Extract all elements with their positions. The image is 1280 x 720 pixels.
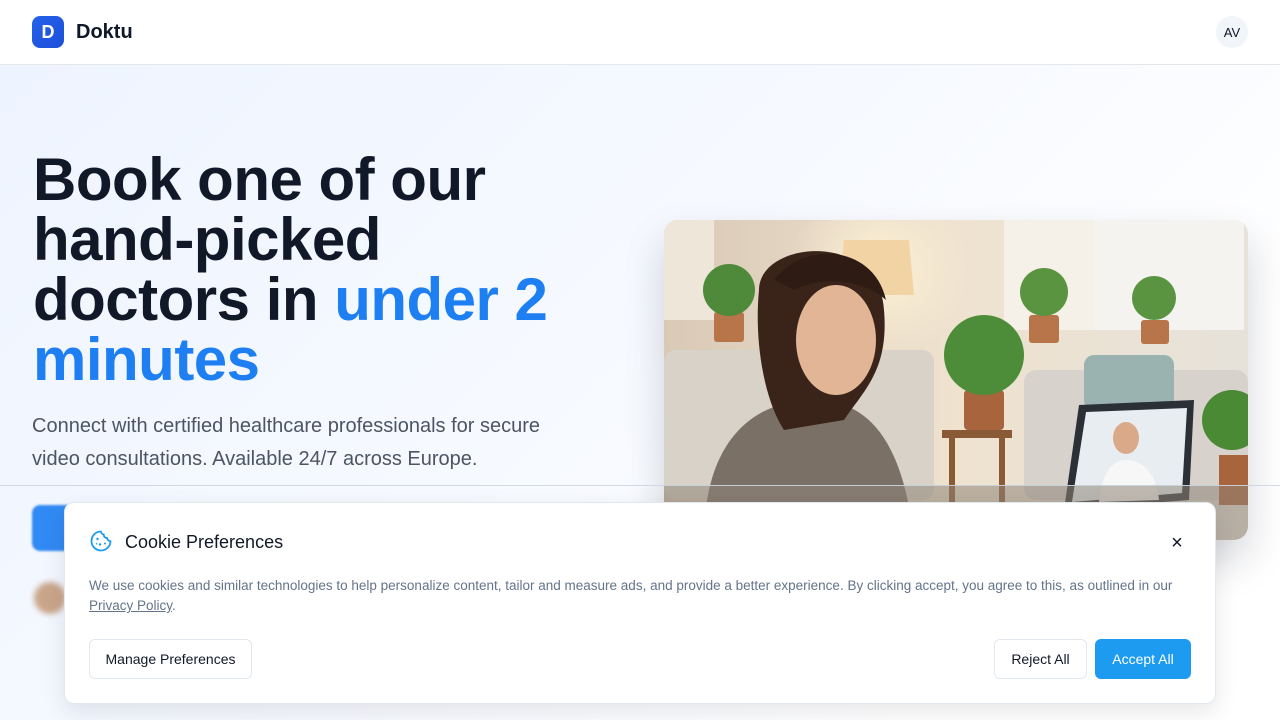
- top-header: D Doktu AV: [0, 0, 1280, 65]
- divider-line: [0, 485, 1280, 486]
- cookie-text-end: .: [172, 598, 176, 613]
- doctor-avatars: [34, 582, 66, 614]
- reject-all-button[interactable]: Reject All: [994, 639, 1087, 679]
- user-avatar[interactable]: AV: [1216, 16, 1248, 48]
- cookie-icon: [90, 530, 112, 552]
- hero-title: Book one of our hand-picked doctors in u…: [33, 150, 593, 390]
- hero-image: [664, 220, 1248, 540]
- brand-name[interactable]: Doktu: [76, 21, 133, 44]
- close-icon[interactable]: ×: [1165, 531, 1189, 555]
- cookie-banner: Cookie Preferences × We use cookies and …: [64, 502, 1216, 704]
- cookie-description: We use cookies and similar technologies …: [89, 576, 1189, 616]
- hero-subtitle: Connect with certified healthcare profes…: [32, 415, 541, 470]
- privacy-policy-link[interactable]: Privacy Policy: [89, 598, 172, 613]
- cookie-title: Cookie Preferences: [125, 532, 284, 552]
- logo-icon[interactable]: D: [32, 16, 64, 48]
- accept-all-button[interactable]: Accept All: [1095, 639, 1191, 679]
- manage-preferences-button[interactable]: Manage Preferences: [89, 639, 252, 679]
- cookie-text-body: We use cookies and similar technologies …: [89, 578, 1173, 593]
